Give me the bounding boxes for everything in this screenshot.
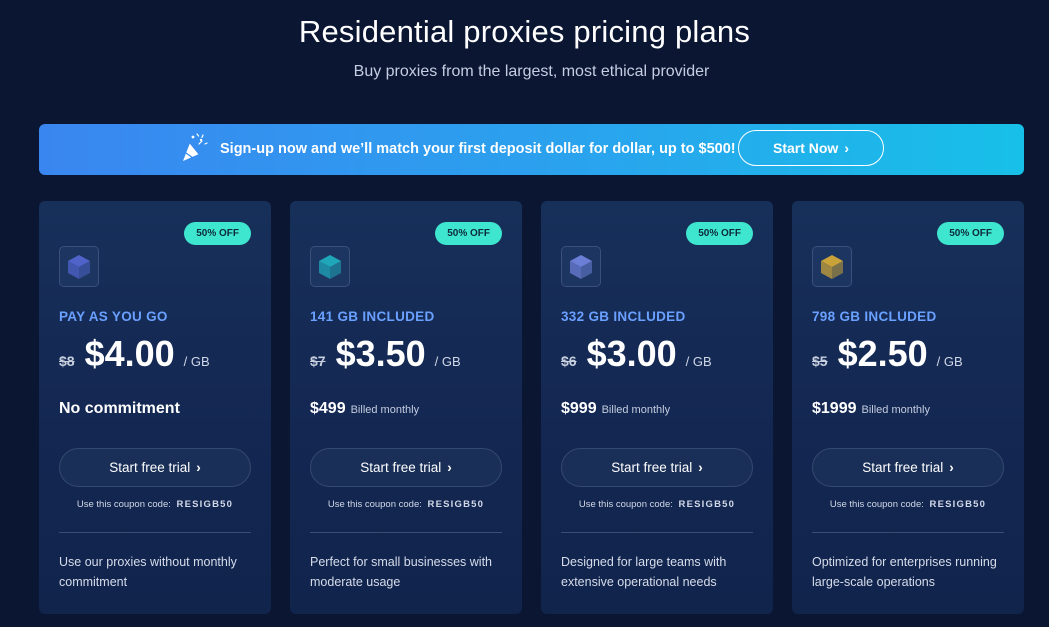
billing-amount: $499 — [310, 400, 346, 417]
billing-amount: No commitment — [59, 400, 180, 417]
billing-info: No commitment — [59, 400, 180, 418]
plan-description: Perfect for small businesses with modera… — [310, 555, 493, 589]
plan-name: 798 GB INCLUDED — [812, 309, 937, 324]
cube-icon — [310, 246, 350, 287]
price: $3.00 — [586, 333, 677, 374]
pricing-card-2: 50% OFF 141 GB INCLUDED $7 $3.50 / GB $4… — [290, 201, 522, 614]
coupon-label: Use this coupon code: — [76, 499, 171, 510]
old-price: $6 — [561, 353, 577, 369]
page-title: Residential proxies pricing plans — [298, 14, 751, 49]
discount-badge: 50% OFF — [937, 222, 1004, 245]
price-unit: / GB — [685, 354, 712, 369]
chevron-right-icon: › — [698, 460, 703, 475]
billing-amount: $1999 — [812, 400, 857, 417]
price-row: $8 $4.00 / GB — [59, 333, 210, 375]
plan-name: 332 GB INCLUDED — [561, 309, 686, 324]
pricing-card-1: 50% OFF PAY AS YOU GO $8 $4.00 / GB No c… — [39, 201, 271, 614]
plan-description: Designed for large teams with extensive … — [561, 555, 727, 589]
price-unit: / GB — [434, 354, 461, 369]
coupon-info: Use this coupon code: RESIGB50 — [541, 499, 773, 510]
chevron-right-icon: › — [949, 460, 954, 475]
discount-badge: 50% OFF — [686, 222, 753, 245]
start-free-trial-label: Start free trial — [360, 460, 442, 475]
discount-badge: 50% OFF — [435, 222, 502, 245]
coupon-code: RESIGB50 — [678, 499, 736, 510]
price-unit: / GB — [936, 354, 963, 369]
old-price: $8 — [59, 353, 75, 369]
promo-text: Sign-up now and we’ll match your first d… — [220, 141, 736, 157]
start-free-trial-button[interactable]: Start free trial › — [812, 448, 1004, 487]
start-free-trial-label: Start free trial — [611, 460, 693, 475]
chevron-right-icon: › — [196, 460, 201, 475]
coupon-info: Use this coupon code: RESIGB50 — [792, 499, 1024, 510]
old-price: $5 — [812, 353, 828, 369]
page-subtitle: Buy proxies from the largest, most ethic… — [353, 63, 710, 80]
start-free-trial-label: Start free trial — [109, 460, 191, 475]
chevron-right-icon: › — [447, 460, 452, 475]
divider — [59, 532, 251, 533]
coupon-label: Use this coupon code: — [829, 499, 924, 510]
coupon-label: Use this coupon code: — [578, 499, 673, 510]
pricing-card-4: 50% OFF 798 GB INCLUDED $5 $2.50 / GB $1… — [792, 201, 1024, 614]
plan-name: PAY AS YOU GO — [59, 309, 168, 324]
party-popper-icon — [183, 133, 208, 161]
price: $2.50 — [837, 333, 928, 374]
price-row: $5 $2.50 / GB — [812, 333, 963, 375]
coupon-code: RESIGB50 — [929, 499, 987, 510]
billing-amount: $999 — [561, 400, 597, 417]
price-row: $7 $3.50 / GB — [310, 333, 461, 375]
start-free-trial-button[interactable]: Start free trial › — [310, 448, 502, 487]
coupon-info: Use this coupon code: RESIGB50 — [290, 499, 522, 510]
coupon-info: Use this coupon code: RESIGB50 — [39, 499, 271, 510]
start-free-trial-button[interactable]: Start free trial › — [59, 448, 251, 487]
plan-description: Optimized for enterprises running large-… — [812, 555, 997, 589]
coupon-code: RESIGB50 — [427, 499, 485, 510]
billing-info: $1999 Billed monthly — [812, 400, 930, 418]
start-now-label: Start Now — [772, 140, 839, 156]
promo-banner: Sign-up now and we’ll match your first d… — [39, 124, 1024, 175]
pricing-card-3: 50% OFF 332 GB INCLUDED $6 $3.00 / GB $9… — [541, 201, 773, 614]
start-now-button[interactable]: Start Now › — [738, 130, 884, 166]
billing-info: $499 Billed monthly — [310, 400, 419, 418]
plan-name: 141 GB INCLUDED — [310, 309, 435, 324]
price-row: $6 $3.00 / GB — [561, 333, 712, 375]
old-price: $7 — [310, 353, 326, 369]
price: $4.00 — [84, 333, 175, 374]
chevron-right-icon: › — [844, 140, 849, 156]
start-free-trial-label: Start free trial — [862, 460, 944, 475]
discount-badge: 50% OFF — [184, 222, 251, 245]
plan-description: Use our proxies without monthly commitme… — [59, 555, 237, 589]
coupon-code: RESIGB50 — [176, 499, 234, 510]
divider — [561, 532, 753, 533]
billing-label: Billed monthly — [861, 404, 930, 416]
price-unit: / GB — [183, 354, 210, 369]
billing-label: Billed monthly — [601, 404, 671, 416]
cube-icon — [59, 246, 99, 287]
coupon-label: Use this coupon code: — [327, 499, 422, 510]
divider — [310, 532, 502, 533]
billing-label: Billed monthly — [350, 404, 420, 416]
divider — [812, 532, 1004, 533]
cube-icon — [561, 246, 601, 287]
billing-info: $999 Billed monthly — [561, 400, 670, 418]
price: $3.50 — [335, 333, 426, 374]
cube-icon — [812, 246, 852, 287]
start-free-trial-button[interactable]: Start free trial › — [561, 448, 753, 487]
